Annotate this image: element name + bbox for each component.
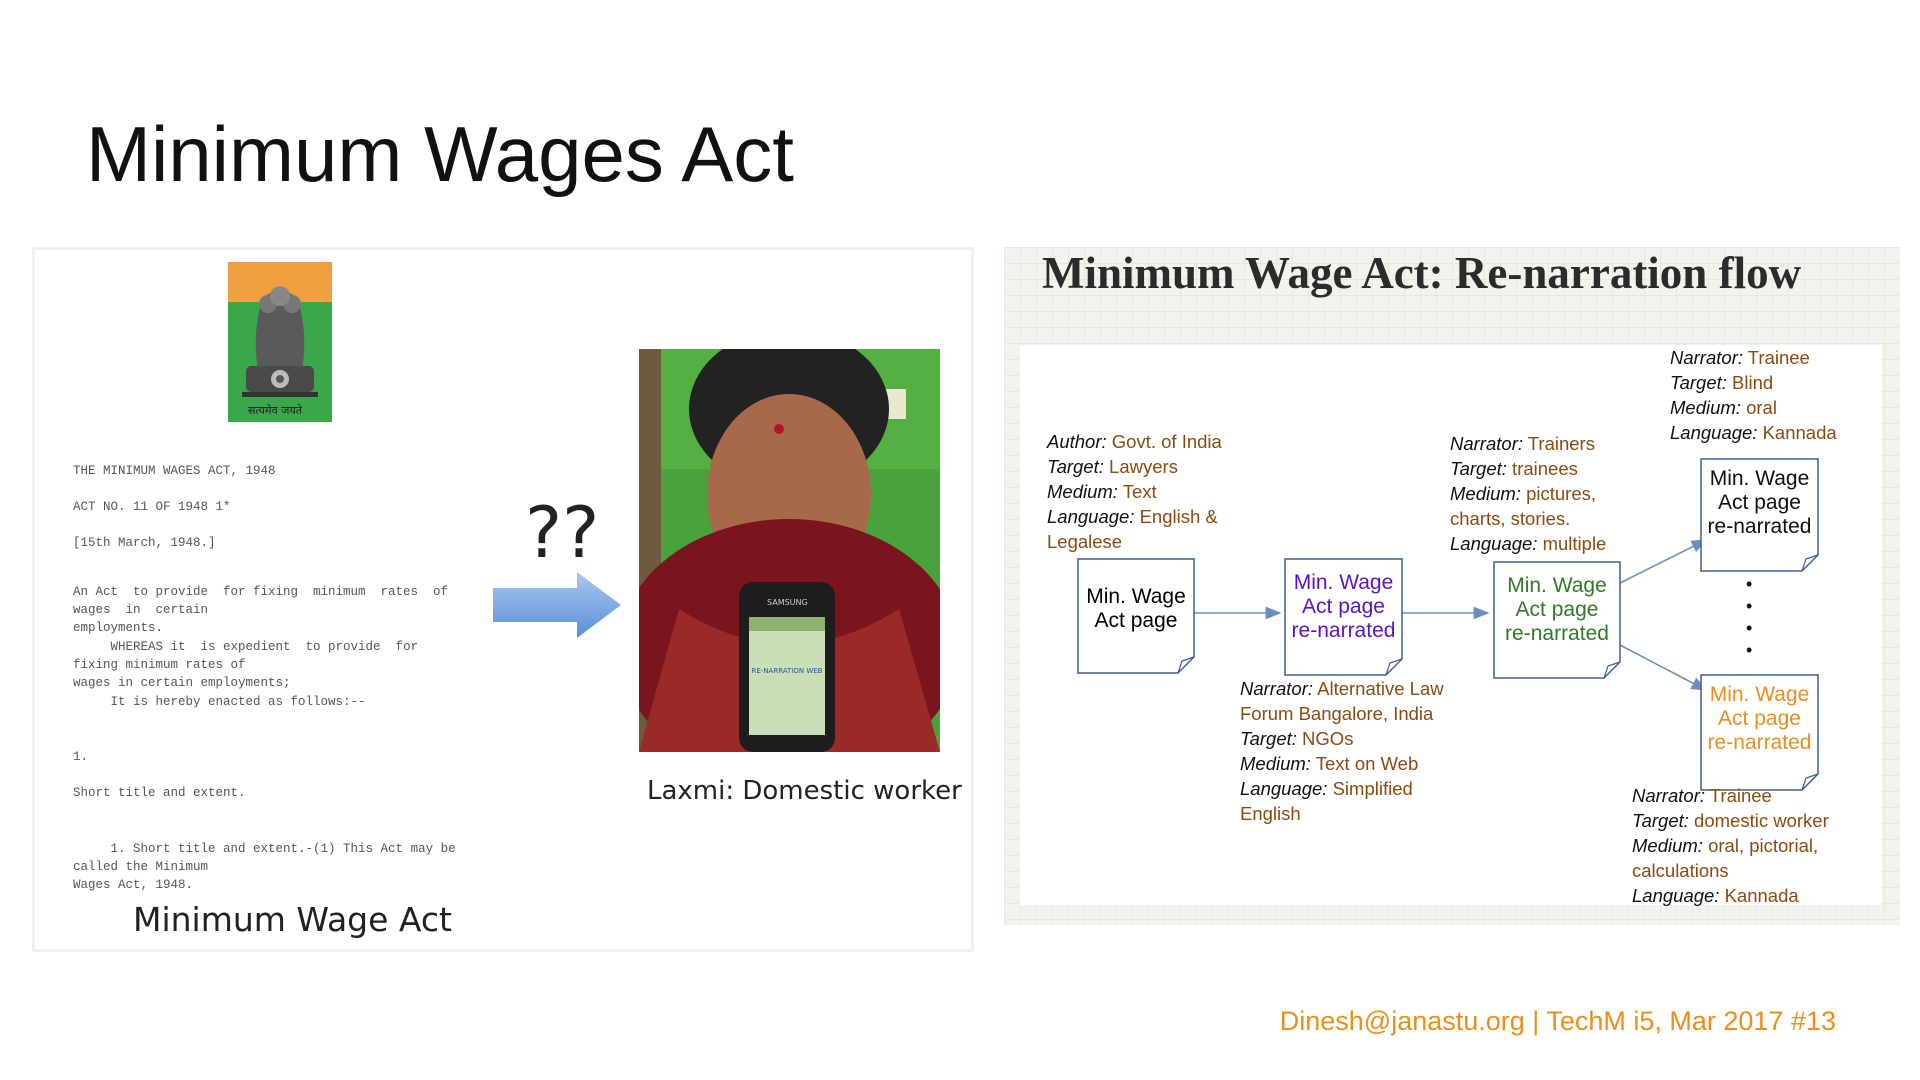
doc-line: THE MINIMUM WAGES ACT, 1948 xyxy=(73,464,276,478)
diagram-canvas: Min. Wage Act page Min. Wage Act page re… xyxy=(1020,345,1882,906)
question-marks: ?? xyxy=(525,492,600,574)
national-emblem-image: सत्यमेव जयते xyxy=(228,262,332,422)
diagram-title: Minimum Wage Act: Re-narration flow xyxy=(1042,248,1802,298)
node-line: Act page xyxy=(1302,595,1385,618)
node-line: re-narrated xyxy=(1707,515,1812,538)
flow-node-renarrated-trainers: Min. Wage Act page re-narrated xyxy=(1489,574,1625,646)
info-domestic: Narrator: Trainee Target: domestic worke… xyxy=(1632,785,1829,906)
info-ngo: Narrator: Alternative Law Forum Bangalor… xyxy=(1240,678,1444,824)
flow-node-original: Min. Wage Act page xyxy=(1078,585,1194,633)
doc-line: Short title and extent. xyxy=(73,786,246,800)
node-line: Min. Wage xyxy=(1293,571,1394,594)
right-arrow-icon xyxy=(493,572,621,638)
node-line: Min. Wage xyxy=(1709,683,1810,706)
doc-line: An Act to provide for fixing minimum rat… xyxy=(73,585,449,636)
left-panel-caption: Minimum Wage Act xyxy=(133,900,452,939)
node-line: Act page xyxy=(1094,609,1178,632)
node-line: Min. Wage xyxy=(1086,585,1186,608)
node-line: re-narrated xyxy=(1291,619,1396,642)
flow-node-renarrated-ngo: Min. Wage Act page re-narrated xyxy=(1280,571,1407,643)
node-line: re-narrated xyxy=(1707,731,1812,754)
phone-screen-text: RE-NARRATION WEB xyxy=(751,667,823,675)
flow-arrow xyxy=(1619,644,1708,691)
doc-line: 1. Short title and extent.-(1) This Act … xyxy=(73,842,456,893)
info-blind: Narrator: Trainee Target: Blind Medium: … xyxy=(1670,347,1837,443)
emblem-icon xyxy=(228,262,332,422)
doc-line: ACT NO. 11 OF 1948 1* xyxy=(73,500,231,514)
left-panel-image: सत्यमेव जयते THE MINIMUM WAGES ACT, 1948… xyxy=(32,247,974,952)
flow-node-renarrated-domestic: Min. Wage Act page re-narrated xyxy=(1696,683,1823,755)
node-line: Min. Wage xyxy=(1507,574,1607,597)
flow-arrow xyxy=(1619,539,1708,584)
flow-node-renarrated-blind: Min. Wage Act page re-narrated xyxy=(1696,467,1823,539)
slide-footer: Dinesh@janastu.org | TechM i5, Mar 2017 … xyxy=(1279,1006,1836,1036)
phone-brand: SAMSUNG xyxy=(767,598,808,607)
slide-title: Minimum Wages Act xyxy=(86,110,794,198)
emblem-motto: सत्यमेव जयते xyxy=(248,404,303,417)
node-line: Act page xyxy=(1515,598,1599,621)
node-line: re-narrated xyxy=(1505,622,1609,645)
domestic-worker-photo: SAMSUNG RE-NARRATION WEB xyxy=(639,349,940,752)
doc-line: WHEREAS it is expedient to provide for f… xyxy=(73,640,419,691)
node-line: Act page xyxy=(1718,491,1801,514)
info-trainers: Narrator: Trainers Target: trainees Medi… xyxy=(1450,433,1607,554)
ellipsis-dots: • • • • xyxy=(1746,574,1753,660)
renarration-flow-diagram: Minimum Wage Act: Re-narration flow Min.… xyxy=(1004,247,1900,925)
doc-line: 1. xyxy=(73,750,89,764)
node-line: Act page xyxy=(1718,707,1801,730)
doc-line: It is hereby enacted as follows:-- xyxy=(73,695,366,709)
info-original: Author: Govt. of India Target: Lawyers M… xyxy=(1047,431,1222,552)
photo-caption: Laxmi: Domestic worker xyxy=(647,776,962,806)
node-line: Min. Wage xyxy=(1709,467,1810,490)
doc-line: [15th March, 1948.] xyxy=(73,536,216,550)
